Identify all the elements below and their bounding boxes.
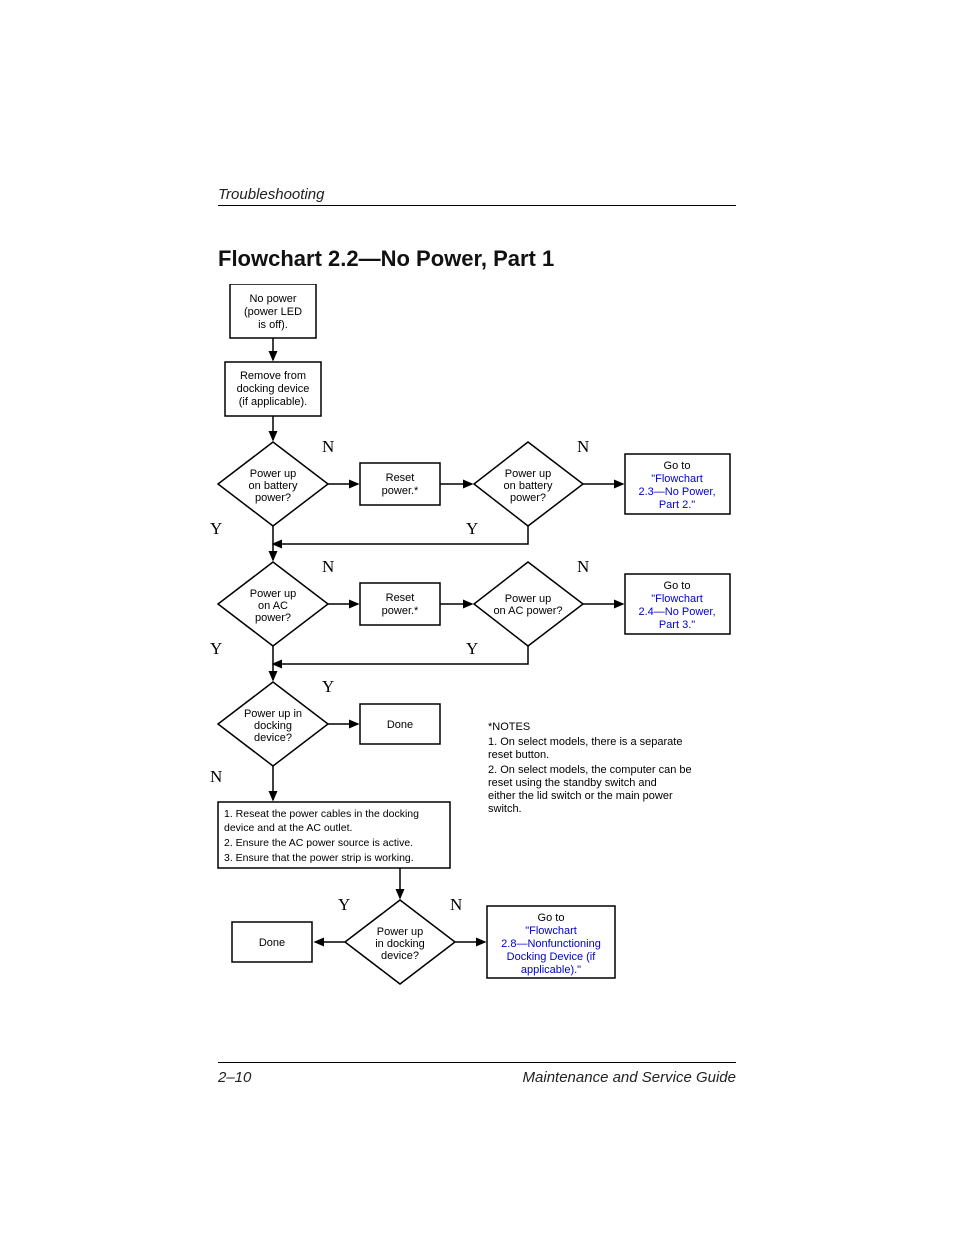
lbl-y6: Y bbox=[338, 895, 350, 914]
reset2-l2: power.* bbox=[382, 605, 419, 617]
done1: Done bbox=[387, 719, 413, 731]
d-batt2-l1: Power up bbox=[505, 468, 551, 480]
lbl-n5: N bbox=[210, 767, 222, 786]
goto23-b2: 2.3—No Power, bbox=[638, 486, 715, 498]
lbl-n1: N bbox=[322, 437, 334, 456]
d-ac1-l1: Power up bbox=[250, 588, 296, 600]
reset2-l1: Reset bbox=[386, 592, 415, 604]
d-dock2-l2: in docking bbox=[375, 938, 425, 950]
lbl-n4: N bbox=[577, 557, 589, 576]
remove-l3: (if applicable). bbox=[239, 396, 307, 408]
lbl-y4: Y bbox=[466, 639, 478, 658]
goto28-b1: "Flowchart bbox=[525, 925, 577, 937]
lbl-n6: N bbox=[450, 895, 462, 914]
notes-n1-l1: 1. On select models, there is a separate bbox=[488, 736, 682, 748]
start-l1: No power bbox=[249, 293, 296, 305]
done2: Done bbox=[259, 937, 285, 949]
lbl-n2: N bbox=[577, 437, 589, 456]
d-batt1-l2: on battery bbox=[249, 480, 298, 492]
d-dock2-l1: Power up bbox=[377, 926, 423, 938]
running-header: Troubleshooting bbox=[218, 186, 736, 203]
lbl-n3: N bbox=[322, 557, 334, 576]
goto23-b1: "Flowchart bbox=[651, 473, 703, 485]
d-ac2-l1: Power up bbox=[505, 593, 551, 605]
notes-n1-l2: reset button. bbox=[488, 749, 549, 761]
remove-l2: docking device bbox=[237, 383, 310, 395]
instr-l1: 1. Reseat the power cables in the dockin… bbox=[224, 808, 419, 820]
goto23-b3: Part 2." bbox=[659, 499, 695, 511]
d-dock1-l2: docking bbox=[254, 720, 292, 732]
reset1-l2: power.* bbox=[382, 485, 419, 497]
instr-l2: device and at the AC outlet. bbox=[224, 822, 352, 834]
notes-n2-l3: either the lid switch or the main power bbox=[488, 790, 673, 802]
instr-l3: 2. Ensure the AC power source is active. bbox=[224, 837, 413, 849]
d-dock1-l3: device? bbox=[254, 732, 292, 744]
goto24-b1: "Flowchart bbox=[651, 593, 703, 605]
start-l3: is off). bbox=[258, 319, 288, 331]
d-batt1-l3: power? bbox=[255, 492, 291, 504]
flowchart: No power (power LED is off). Remove from… bbox=[210, 284, 740, 1054]
d-ac1-l2: on AC bbox=[258, 600, 288, 612]
lbl-y5: Y bbox=[322, 677, 334, 696]
start-l2: (power LED bbox=[244, 306, 302, 318]
book-title: Maintenance and Service Guide bbox=[523, 1069, 736, 1086]
d-ac2-l2: on AC power? bbox=[493, 605, 562, 617]
instr-l4: 3. Ensure that the power strip is workin… bbox=[224, 852, 414, 864]
goto24-a: Go to bbox=[664, 580, 691, 592]
page-number: 2–10 bbox=[218, 1069, 251, 1086]
goto28-b4: applicable)." bbox=[521, 964, 581, 976]
lbl-y3: Y bbox=[210, 639, 222, 658]
d-dock2-l3: device? bbox=[381, 950, 419, 962]
notes-n2-l2: reset using the standby switch and bbox=[488, 777, 657, 789]
goto28-a: Go to bbox=[538, 912, 565, 924]
d-dock1-l1: Power up in bbox=[244, 708, 302, 720]
goto28-b2: 2.8—Nonfunctioning bbox=[501, 938, 601, 950]
notes-n2-l4: switch. bbox=[488, 803, 522, 815]
page-title: Flowchart 2.2—No Power, Part 1 bbox=[218, 246, 736, 272]
notes-head: *NOTES bbox=[488, 721, 530, 733]
d-batt2-l2: on battery bbox=[504, 480, 553, 492]
goto28-b3: Docking Device (if bbox=[507, 951, 597, 963]
d-ac1-l3: power? bbox=[255, 612, 291, 624]
notes-n2-l1: 2. On select models, the computer can be bbox=[488, 764, 692, 776]
goto24-b3: Part 3." bbox=[659, 619, 695, 631]
remove-l1: Remove from bbox=[240, 370, 306, 382]
lbl-y1: Y bbox=[210, 519, 222, 538]
goto23-a: Go to bbox=[664, 460, 691, 472]
d-batt2-l3: power? bbox=[510, 492, 546, 504]
footer-rule bbox=[218, 1062, 736, 1063]
goto24-b2: 2.4—No Power, bbox=[638, 606, 715, 618]
header-rule bbox=[218, 205, 736, 206]
d-batt1-l1: Power up bbox=[250, 468, 296, 480]
reset1-l1: Reset bbox=[386, 472, 415, 484]
lbl-y2: Y bbox=[466, 519, 478, 538]
